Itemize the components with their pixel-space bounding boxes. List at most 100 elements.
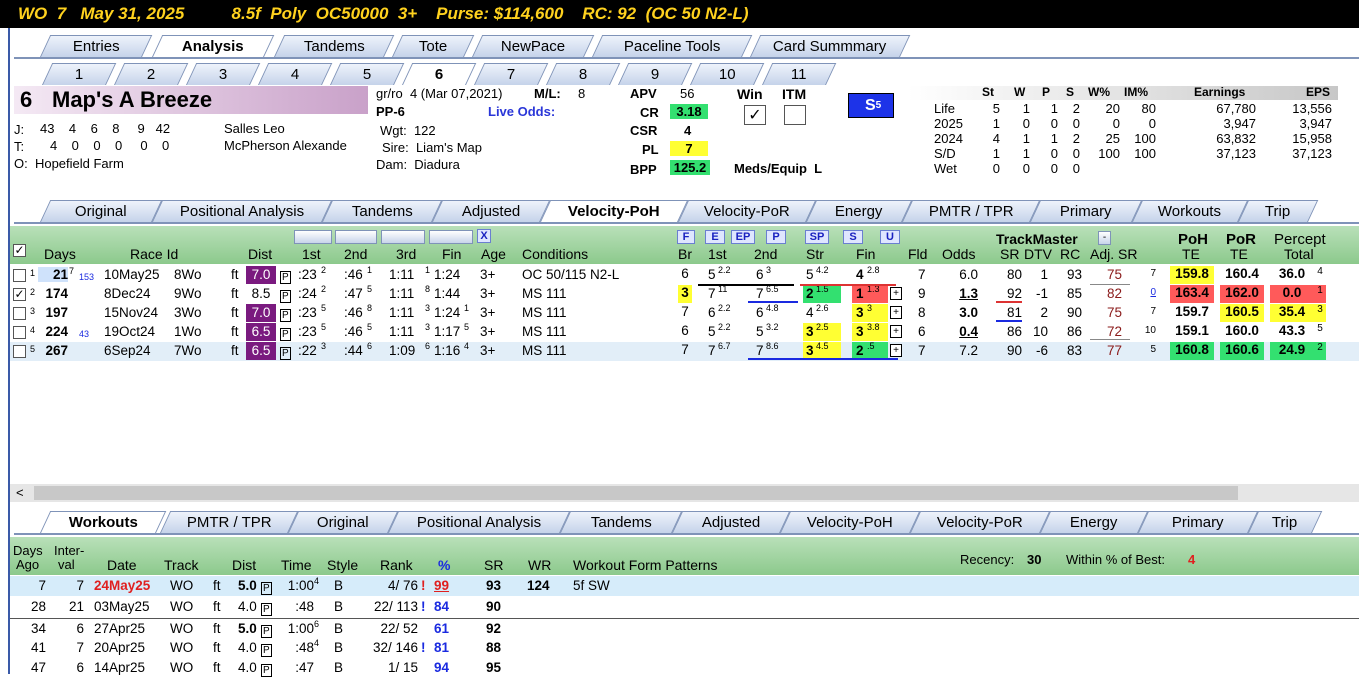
tab-primary[interactable]: Primary <box>1138 511 1259 533</box>
e-button[interactable]: E <box>705 230 725 244</box>
expand-icon[interactable]: + <box>890 287 902 300</box>
s-button[interactable]: S <box>843 230 863 244</box>
tab-velocity-por[interactable]: Velocity-PoR <box>910 511 1051 533</box>
ml-label: M/L: <box>534 86 561 101</box>
race-row-checkbox[interactable] <box>13 307 26 320</box>
scroll-left-icon[interactable]: < <box>16 485 24 500</box>
tab-trip[interactable]: Trip <box>1248 511 1323 533</box>
tab-paceline-tools[interactable]: Paceline Tools <box>592 35 753 57</box>
frac-3rd-sup: 1 <box>425 265 431 275</box>
itm-checkbox[interactable] <box>784 105 806 125</box>
percept-rank: 4 <box>1317 266 1323 277</box>
tab-adjusted[interactable]: Adjusted <box>432 200 551 222</box>
wk-date[interactable]: 24May25 <box>94 578 150 593</box>
expand-icon[interactable]: + <box>890 306 902 319</box>
post-position: PP-6 <box>376 104 405 119</box>
speed-rating: 90 <box>1006 343 1022 358</box>
wk-date[interactable]: 27Apr25 <box>94 621 145 636</box>
ep-button[interactable]: EP <box>731 230 755 244</box>
scrollbar-thumb[interactable] <box>34 486 1238 500</box>
tab-tandems[interactable]: Tandems <box>322 200 443 222</box>
tab-tandems[interactable]: Tandems <box>560 511 683 533</box>
f-button[interactable]: F <box>677 230 695 244</box>
tab-horse-10[interactable]: 10 <box>690 63 765 85</box>
tab-horse-6[interactable]: 6 <box>402 63 477 85</box>
tab-horse-11[interactable]: 11 <box>762 63 837 85</box>
select-all-checkbox[interactable]: ✓ <box>13 244 26 257</box>
tab-horse-9[interactable]: 9 <box>618 63 693 85</box>
race-row-checkbox[interactable] <box>13 326 26 339</box>
sort-fin-button[interactable] <box>429 230 473 244</box>
tab-adjusted[interactable]: Adjusted <box>672 511 791 533</box>
wk-percentile: 99 <box>434 578 450 593</box>
tab-velocity-poh[interactable]: Velocity-PoH <box>540 200 689 222</box>
race-row-checkbox[interactable]: ✓ <box>13 288 26 301</box>
tab-trip[interactable]: Trip <box>1238 200 1319 222</box>
tab-workouts[interactable]: Workouts <box>1132 200 1249 222</box>
tab-workouts[interactable]: Workouts <box>40 511 167 533</box>
tab-horse-5[interactable]: 5 <box>330 63 405 85</box>
col-odds: Odds <box>942 246 976 262</box>
tab-horse-1[interactable]: 1 <box>42 63 117 85</box>
tab-newpace[interactable]: NewPace <box>472 35 595 57</box>
speed-rating: 81 <box>1006 305 1022 320</box>
tab-original[interactable]: Original <box>288 511 399 533</box>
age-restriction: 3+ <box>480 305 496 320</box>
tab-horse-8[interactable]: 8 <box>546 63 621 85</box>
tab-entries[interactable]: Entries <box>40 35 153 57</box>
sort-1st-button[interactable] <box>294 230 332 244</box>
pos-2nd-lengths: 3 <box>766 265 772 275</box>
tab-positional-analysis[interactable]: Positional Analysis <box>388 511 571 533</box>
tab-pmtr-tpr[interactable]: PMTR / TPR <box>902 200 1041 222</box>
tab-velocity-poh[interactable]: Velocity-PoH <box>780 511 921 533</box>
tab-horse-7[interactable]: 7 <box>474 63 549 85</box>
tab-tandems[interactable]: Tandems <box>274 35 395 57</box>
tab-tote[interactable]: Tote <box>392 35 475 57</box>
wk-percentile: 94 <box>434 660 450 675</box>
tab-primary[interactable]: Primary <box>1030 200 1143 222</box>
speed-rating-button[interactable]: S5 <box>848 93 894 118</box>
expand-icon[interactable]: + <box>890 344 902 357</box>
live-odds-label: Live Odds: <box>488 104 556 119</box>
tab-analysis[interactable]: Analysis <box>152 35 275 57</box>
x-button[interactable]: X <box>477 229 491 243</box>
poh-te: 160.8 <box>1170 342 1214 360</box>
race-date[interactable]: 15Nov24 <box>104 305 158 320</box>
tab-horse-3[interactable]: 3 <box>186 63 261 85</box>
sp-button[interactable]: SP <box>805 230 829 244</box>
wk-date[interactable]: 14Apr25 <box>94 660 145 675</box>
record-cell: 80 <box>1141 101 1156 116</box>
record-cell: 5 <box>992 101 1000 116</box>
race-date[interactable]: 19Oct24 <box>104 324 155 339</box>
collapse-button[interactable]: - <box>1098 231 1111 245</box>
tab-energy[interactable]: Energy <box>1040 511 1149 533</box>
p-button[interactable]: P <box>766 230 786 244</box>
tab-horse-2[interactable]: 2 <box>114 63 189 85</box>
tab-card-summary[interactable]: Card Summmary <box>750 35 911 57</box>
sort-2nd-button[interactable] <box>335 230 377 244</box>
u-button[interactable]: U <box>880 230 900 244</box>
frac-1st-sup: 3 <box>321 341 327 351</box>
col-3rd: 3rd <box>396 246 417 262</box>
tab-horse-4[interactable]: 4 <box>258 63 333 85</box>
tab-original[interactable]: Original <box>40 200 163 222</box>
race-date[interactable]: 10May25 <box>104 267 160 282</box>
race-row-checkbox[interactable] <box>13 269 26 282</box>
sort-3rd-button[interactable] <box>381 230 425 244</box>
wk-distance: 5.0 <box>238 578 257 593</box>
win-checkbox[interactable]: ✓ <box>744 105 766 125</box>
wk-date[interactable]: 20Apr25 <box>94 640 145 655</box>
tab-velocity-por[interactable]: Velocity-PoR <box>678 200 817 222</box>
tab-pmtr-tpr[interactable]: PMTR / TPR <box>160 511 299 533</box>
race-date[interactable]: 8Dec24 <box>104 286 151 301</box>
record-cell: 0 <box>1050 146 1058 161</box>
wk-date[interactable]: 03May25 <box>94 599 150 614</box>
race-row-checkbox[interactable] <box>13 345 26 358</box>
record-cell: 1 <box>992 116 1000 131</box>
expand-icon[interactable]: + <box>890 325 902 338</box>
tab-positional-analysis[interactable]: Positional Analysis <box>152 200 333 222</box>
break-position: 6 <box>681 266 689 281</box>
tab-energy[interactable]: Energy <box>806 200 913 222</box>
race-date[interactable]: 6Sep24 <box>104 343 151 358</box>
adj-underline <box>1090 284 1130 285</box>
